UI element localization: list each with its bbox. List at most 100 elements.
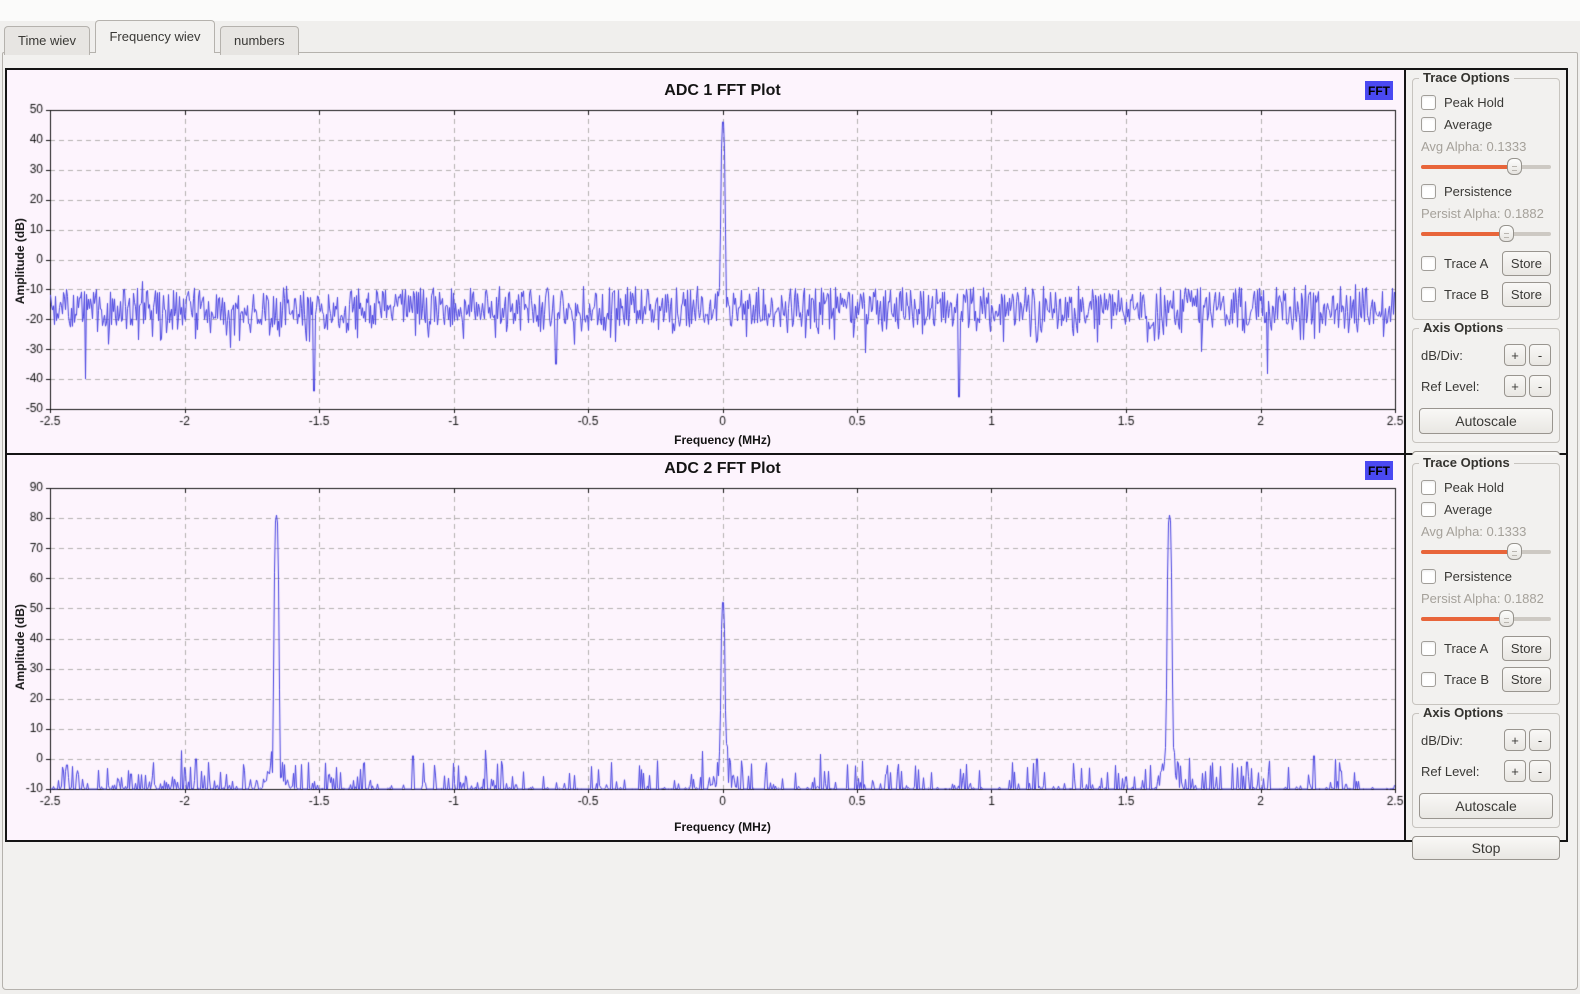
avg-alpha-label: Avg Alpha: 0.1333 <box>1421 524 1551 539</box>
slider-handle[interactable] <box>1499 610 1514 627</box>
persist-alpha-slider[interactable] <box>1421 610 1551 628</box>
axis-options-title: Axis Options <box>1419 705 1507 720</box>
store-trace-b-button[interactable]: Store <box>1502 667 1551 692</box>
peak-hold-checkbox[interactable] <box>1421 480 1436 495</box>
slider-handle[interactable] <box>1499 225 1514 242</box>
trace-options-group: Trace Options Peak Hold Average Avg Alph… <box>1412 463 1560 705</box>
slider-handle[interactable] <box>1507 158 1522 175</box>
db-div-plus-button[interactable]: + <box>1504 729 1526 751</box>
persistence-checkbox[interactable] <box>1421 569 1436 584</box>
avg-alpha-slider[interactable] <box>1421 543 1551 561</box>
trace-a-checkbox[interactable] <box>1421 256 1436 271</box>
y-axis-label: Amplitude (dB) <box>13 582 27 712</box>
fft-plots-panel: ADC 1 FFT Plot FFT Frequency (MHz) Ampli… <box>5 68 1568 842</box>
fft-badge: FFT <box>1365 81 1393 100</box>
ref-level-minus-button[interactable]: - <box>1529 760 1551 782</box>
average-checkbox[interactable] <box>1421 502 1436 517</box>
slider-fill <box>1421 232 1507 236</box>
persist-alpha-label: Persist Alpha: 0.1882 <box>1421 206 1551 221</box>
x-axis-label: Frequency (MHz) <box>50 433 1395 447</box>
persist-alpha-label: Persist Alpha: 0.1882 <box>1421 591 1551 606</box>
axis-options-title: Axis Options <box>1419 320 1507 335</box>
adc1-fft-canvas[interactable] <box>7 70 1404 453</box>
trace-a-label: Trace A <box>1444 641 1488 656</box>
avg-alpha-slider[interactable] <box>1421 158 1551 176</box>
trace-b-checkbox[interactable] <box>1421 287 1436 302</box>
plot-title: ADC 2 FFT Plot <box>50 460 1395 478</box>
plot-title: ADC 1 FFT Plot <box>50 82 1395 100</box>
slider-fill <box>1421 550 1515 554</box>
tab-numbers[interactable]: numbers <box>220 26 299 55</box>
slider-fill <box>1421 617 1507 621</box>
peak-hold-checkbox[interactable] <box>1421 95 1436 110</box>
tab-content-frequency-view: ADC 1 FFT Plot FFT Frequency (MHz) Ampli… <box>2 52 1578 990</box>
plot-area-adc1: ADC 1 FFT Plot FFT Frequency (MHz) Ampli… <box>7 70 1404 453</box>
persist-alpha-slider[interactable] <box>1421 225 1551 243</box>
db-div-minus-button[interactable]: - <box>1529 344 1551 366</box>
trace-b-label: Trace B <box>1444 287 1489 302</box>
tab-bar: Time wiev Frequency wiev numbers <box>0 21 1580 52</box>
average-label: Average <box>1444 117 1492 132</box>
store-trace-a-button[interactable]: Store <box>1502 636 1551 661</box>
ref-level-label: Ref Level: <box>1421 379 1480 394</box>
trace-b-label: Trace B <box>1444 672 1489 687</box>
trace-b-row: Trace B Store <box>1421 667 1551 692</box>
peak-hold-row[interactable]: Peak Hold <box>1421 95 1551 110</box>
trace-a-row: Trace A Store <box>1421 251 1551 276</box>
store-trace-a-button[interactable]: Store <box>1502 251 1551 276</box>
y-axis-label: Amplitude (dB) <box>13 196 27 326</box>
ref-level-plus-button[interactable]: + <box>1504 375 1526 397</box>
db-div-row: dB/Div: + - <box>1421 729 1551 751</box>
trace-options-title: Trace Options <box>1419 70 1514 85</box>
persistence-label: Persistence <box>1444 184 1512 199</box>
trace-options-group: Trace Options Peak Hold Average Avg Alph… <box>1412 78 1560 320</box>
plot-row-adc2: ADC 2 FFT Plot FFT Frequency (MHz) Ampli… <box>7 455 1566 840</box>
peak-hold-label: Peak Hold <box>1444 480 1504 495</box>
control-panel-adc1: Trace Options Peak Hold Average Avg Alph… <box>1404 70 1566 453</box>
trace-a-checkbox[interactable] <box>1421 641 1436 656</box>
slider-fill <box>1421 165 1515 169</box>
axis-options-group: Axis Options dB/Div: + - Ref Level: + - <box>1412 713 1560 828</box>
plot-row-adc1: ADC 1 FFT Plot FFT Frequency (MHz) Ampli… <box>7 70 1566 455</box>
ref-level-row: Ref Level: + - <box>1421 375 1551 397</box>
autoscale-button[interactable]: Autoscale <box>1419 408 1553 434</box>
db-div-label: dB/Div: <box>1421 733 1463 748</box>
tab-frequency-view[interactable]: Frequency wiev <box>95 20 214 53</box>
x-axis-label: Frequency (MHz) <box>50 820 1395 834</box>
plot-area-adc2: ADC 2 FFT Plot FFT Frequency (MHz) Ampli… <box>7 455 1404 840</box>
db-div-plus-button[interactable]: + <box>1504 344 1526 366</box>
trace-b-checkbox[interactable] <box>1421 672 1436 687</box>
peak-hold-label: Peak Hold <box>1444 95 1504 110</box>
control-panel-adc2: Trace Options Peak Hold Average Avg Alph… <box>1404 455 1566 840</box>
tab-time-view[interactable]: Time wiev <box>4 26 90 55</box>
persistence-row[interactable]: Persistence <box>1421 184 1551 199</box>
store-trace-b-button[interactable]: Store <box>1502 282 1551 307</box>
peak-hold-row[interactable]: Peak Hold <box>1421 480 1551 495</box>
average-label: Average <box>1444 502 1492 517</box>
trace-options-title: Trace Options <box>1419 455 1514 470</box>
average-row[interactable]: Average <box>1421 117 1551 132</box>
trace-a-label: Trace A <box>1444 256 1488 271</box>
ref-level-minus-button[interactable]: - <box>1529 375 1551 397</box>
stop-button[interactable]: Stop <box>1412 836 1560 860</box>
db-div-label: dB/Div: <box>1421 348 1463 363</box>
trace-b-row: Trace B Store <box>1421 282 1551 307</box>
axis-options-group: Axis Options dB/Div: + - Ref Level: + - <box>1412 328 1560 443</box>
persistence-checkbox[interactable] <box>1421 184 1436 199</box>
adc2-fft-canvas[interactable] <box>7 455 1404 840</box>
avg-alpha-label: Avg Alpha: 0.1333 <box>1421 139 1551 154</box>
average-row[interactable]: Average <box>1421 502 1551 517</box>
trace-a-row: Trace A Store <box>1421 636 1551 661</box>
persistence-label: Persistence <box>1444 569 1512 584</box>
fft-badge: FFT <box>1365 461 1393 480</box>
average-checkbox[interactable] <box>1421 117 1436 132</box>
ref-level-row: Ref Level: + - <box>1421 760 1551 782</box>
window-top-strip <box>0 0 1580 21</box>
db-div-row: dB/Div: + - <box>1421 344 1551 366</box>
persistence-row[interactable]: Persistence <box>1421 569 1551 584</box>
ref-level-label: Ref Level: <box>1421 764 1480 779</box>
autoscale-button[interactable]: Autoscale <box>1419 793 1553 819</box>
slider-handle[interactable] <box>1507 543 1522 560</box>
ref-level-plus-button[interactable]: + <box>1504 760 1526 782</box>
db-div-minus-button[interactable]: - <box>1529 729 1551 751</box>
